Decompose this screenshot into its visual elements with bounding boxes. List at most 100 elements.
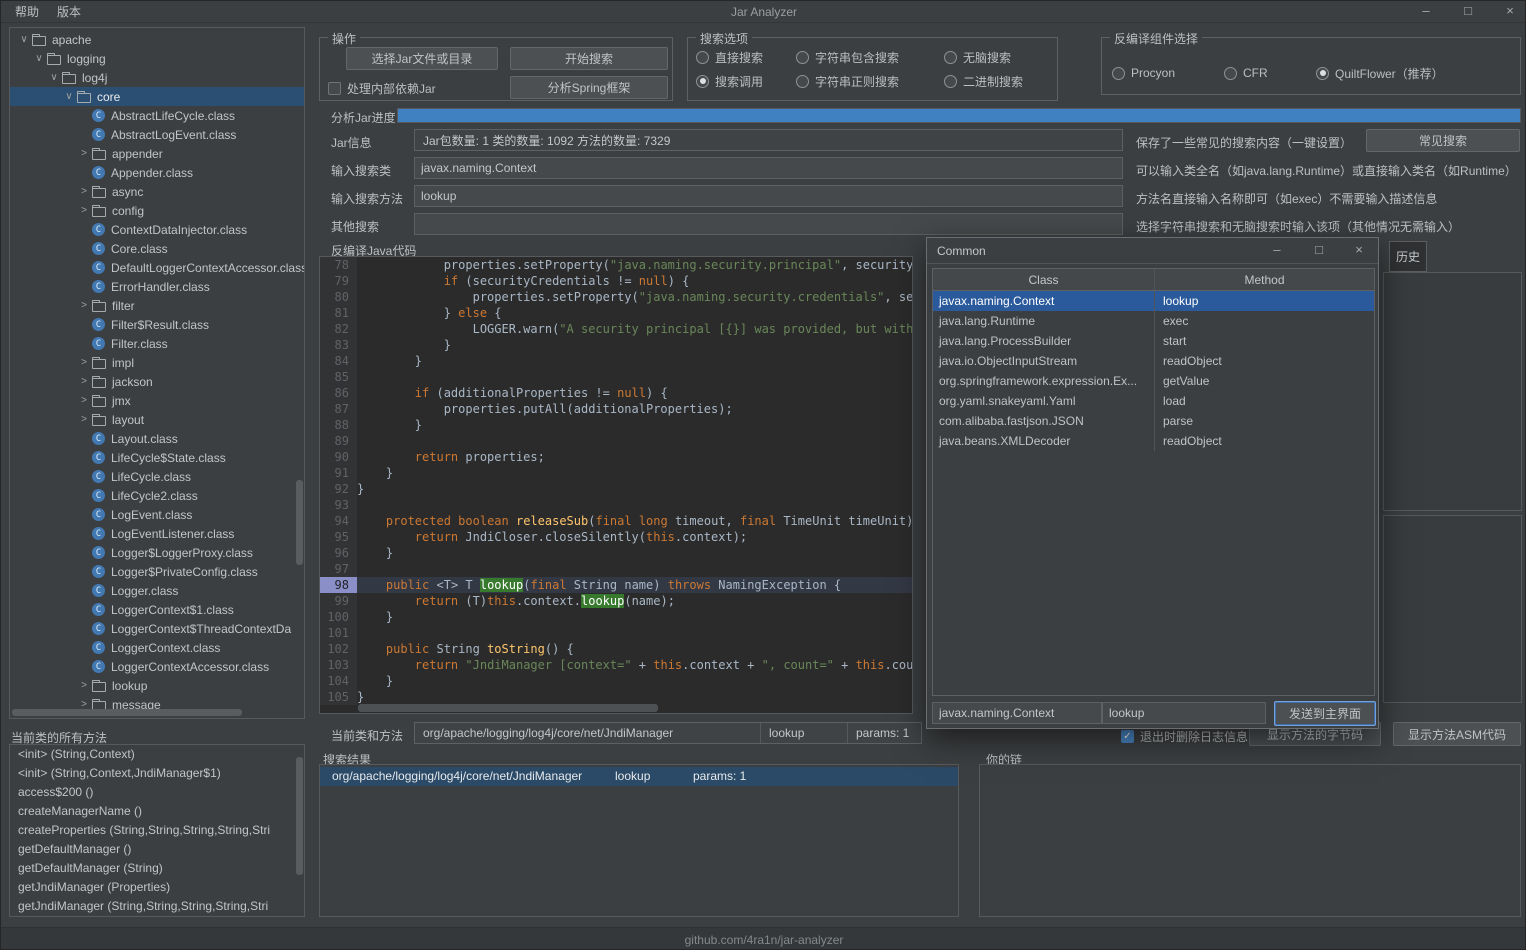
method-list-item[interactable]: getDefaultManager () bbox=[10, 840, 304, 859]
common-dialog-titlebar[interactable]: Common – □ × bbox=[927, 238, 1378, 264]
radio-option-CFR[interactable]: CFR bbox=[1224, 64, 1316, 82]
maximize-icon[interactable]: □ bbox=[1459, 1, 1477, 23]
tree-item-LoggerContext$1.class[interactable]: C LoggerContext$1.class bbox=[10, 600, 304, 619]
common-table-row[interactable]: com.alibaba.fastjson.JSON parse bbox=[933, 411, 1374, 431]
common-method-input[interactable] bbox=[1102, 702, 1266, 724]
code-line-81[interactable]: 81 } else { bbox=[320, 305, 912, 321]
dialog-minimize-icon[interactable]: – bbox=[1268, 240, 1286, 262]
code-line-105[interactable]: 105} bbox=[320, 689, 912, 705]
dialog-maximize-icon[interactable]: □ bbox=[1310, 240, 1328, 262]
chevron-down-icon[interactable]: ∨ bbox=[31, 53, 47, 64]
chevron-down-icon[interactable]: ∨ bbox=[61, 91, 77, 102]
tree-item-async[interactable]: > async bbox=[10, 182, 304, 201]
tree-vertical-scrollbar[interactable] bbox=[296, 480, 303, 565]
code-line-94[interactable]: 94 protected boolean releaseSub(final lo… bbox=[320, 513, 912, 529]
code-line-95[interactable]: 95 return JndiCloser.closeSilently(this.… bbox=[320, 529, 912, 545]
radio-option-QuiltFlower（推荐）[interactable]: QuiltFlower（推荐） bbox=[1316, 64, 1444, 82]
chevron-right-icon[interactable]: > bbox=[76, 414, 92, 425]
tree-item-LogEventListener.class[interactable]: C LogEventListener.class bbox=[10, 524, 304, 543]
tree-item-LifeCycle2.class[interactable]: C LifeCycle2.class bbox=[10, 486, 304, 505]
radio-option-Procyon[interactable]: Procyon bbox=[1112, 64, 1224, 82]
radio-option-字符串包含搜索[interactable]: 字符串包含搜索 bbox=[796, 48, 944, 66]
editor-horizontal-scrollbar[interactable] bbox=[358, 704, 658, 712]
code-line-96[interactable]: 96 } bbox=[320, 545, 912, 561]
close-icon[interactable]: × bbox=[1501, 1, 1519, 23]
tree-horizontal-scrollbar[interactable] bbox=[12, 709, 242, 716]
tree-item-DefaultLoggerContextAccessor.class[interactable]: C DefaultLoggerContextAccessor.class bbox=[10, 258, 304, 277]
tree-item-LifeCycle$State.class[interactable]: C LifeCycle$State.class bbox=[10, 448, 304, 467]
chevron-right-icon[interactable]: > bbox=[76, 357, 92, 368]
radio-option-直接搜索[interactable]: 直接搜索 bbox=[696, 48, 796, 66]
tree-item-Core.class[interactable]: C Core.class bbox=[10, 239, 304, 258]
methods-vertical-scrollbar[interactable] bbox=[296, 757, 303, 875]
delete-log-checkbox-icon[interactable]: ✓ bbox=[1121, 730, 1134, 743]
tree-item-jackson[interactable]: > jackson bbox=[10, 372, 304, 391]
code-line-82[interactable]: 82 LOGGER.warn("A security principal [{}… bbox=[320, 321, 912, 337]
method-list-item[interactable]: createManagerName () bbox=[10, 802, 304, 821]
tree-item-filter[interactable]: > filter bbox=[10, 296, 304, 315]
chevron-right-icon[interactable]: > bbox=[76, 376, 92, 387]
code-line-102[interactable]: 102 public String toString() { bbox=[320, 641, 912, 657]
tree-item-LoggerContext$ThreadContextDa[interactable]: C LoggerContext$ThreadContextDa bbox=[10, 619, 304, 638]
tree-item-logging[interactable]: ∨ logging bbox=[10, 49, 304, 68]
method-list-item[interactable]: <init> (String,Context) bbox=[10, 745, 304, 764]
titlebar[interactable]: 帮助 版本 Jar Analyzer – □ × bbox=[1, 1, 1525, 23]
analyze-spring-button[interactable]: 分析Spring框架 bbox=[510, 76, 668, 99]
code-line-97[interactable]: 97 bbox=[320, 561, 912, 577]
tree-item-LogEvent.class[interactable]: C LogEvent.class bbox=[10, 505, 304, 524]
tree-item-Layout.class[interactable]: C Layout.class bbox=[10, 429, 304, 448]
tree-item-LifeCycle.class[interactable]: C LifeCycle.class bbox=[10, 467, 304, 486]
inner-jar-checkbox-row[interactable]: 处理内部依赖Jar bbox=[328, 80, 436, 97]
tree-item-lookup[interactable]: > lookup bbox=[10, 676, 304, 695]
checkbox-icon[interactable] bbox=[328, 82, 341, 95]
code-editor[interactable]: 78 properties.setProperty("java.naming.s… bbox=[319, 256, 913, 714]
tree-item-layout[interactable]: > layout bbox=[10, 410, 304, 429]
common-table-row[interactable]: java.lang.Runtime exec bbox=[933, 311, 1374, 331]
tree-item-LoggerContext.class[interactable]: C LoggerContext.class bbox=[10, 638, 304, 657]
code-line-85[interactable]: 85 bbox=[320, 369, 912, 385]
tree-item-Logger$LoggerProxy.class[interactable]: C Logger$LoggerProxy.class bbox=[10, 543, 304, 562]
send-to-main-button[interactable]: 发送到主界面 bbox=[1274, 701, 1376, 726]
chevron-right-icon[interactable]: > bbox=[76, 205, 92, 216]
search-method-input[interactable] bbox=[414, 185, 1123, 207]
chevron-right-icon[interactable]: > bbox=[76, 395, 92, 406]
code-line-86[interactable]: 86 if (additionalProperties != null) { bbox=[320, 385, 912, 401]
code-line-80[interactable]: 80 properties.setProperty("java.naming.s… bbox=[320, 289, 912, 305]
radio-option-搜索调用[interactable]: 搜索调用 bbox=[696, 72, 796, 90]
code-line-104[interactable]: 104 } bbox=[320, 673, 912, 689]
select-jar-button[interactable]: 选择Jar文件或目录 bbox=[346, 47, 498, 70]
common-search-button[interactable]: 常见搜索 bbox=[1366, 129, 1520, 152]
chevron-down-icon[interactable]: ∨ bbox=[46, 72, 62, 83]
dialog-close-icon[interactable]: × bbox=[1350, 240, 1368, 262]
tree-item-log4j[interactable]: ∨ log4j bbox=[10, 68, 304, 87]
code-line-98[interactable]: 98 public <T> T lookup(final String name… bbox=[320, 577, 912, 593]
code-line-91[interactable]: 91 } bbox=[320, 465, 912, 481]
start-search-button[interactable]: 开始搜索 bbox=[510, 47, 668, 70]
tree-item-jmx[interactable]: > jmx bbox=[10, 391, 304, 410]
radio-option-二进制搜索[interactable]: 二进制搜索 bbox=[944, 72, 1023, 90]
code-line-84[interactable]: 84 } bbox=[320, 353, 912, 369]
tree-item-AbstractLifeCycle.class[interactable]: C AbstractLifeCycle.class bbox=[10, 106, 304, 125]
chevron-right-icon[interactable]: > bbox=[76, 148, 92, 159]
method-list-item[interactable]: access$200 () bbox=[10, 783, 304, 802]
common-table-row[interactable]: org.springframework.expression.Ex... getV… bbox=[933, 371, 1374, 391]
code-line-99[interactable]: 99 return (T)this.context.lookup(name); bbox=[320, 593, 912, 609]
tree-item-ContextDataInjector.class[interactable]: C ContextDataInjector.class bbox=[10, 220, 304, 239]
result-row[interactable]: org/apache/logging/log4j/core/net/JndiMa… bbox=[320, 767, 958, 786]
code-line-83[interactable]: 83 } bbox=[320, 337, 912, 353]
code-line-93[interactable]: 93 bbox=[320, 497, 912, 513]
chevron-right-icon[interactable]: > bbox=[76, 186, 92, 197]
tree-item-config[interactable]: > config bbox=[10, 201, 304, 220]
tree-item-Filter$Result.class[interactable]: C Filter$Result.class bbox=[10, 315, 304, 334]
code-line-87[interactable]: 87 properties.putAll(additionalPropertie… bbox=[320, 401, 912, 417]
common-class-input[interactable] bbox=[932, 702, 1102, 724]
delete-log-checkbox-row[interactable]: ✓ 退出时删除日志信息 bbox=[1121, 728, 1248, 745]
method-list-item[interactable]: createProperties (String,String,String,S… bbox=[10, 821, 304, 840]
common-table-row[interactable]: java.io.ObjectInputStream readObject bbox=[933, 351, 1374, 371]
common-table-row[interactable]: java.beans.XMLDecoder readObject bbox=[933, 431, 1374, 451]
other-search-input[interactable] bbox=[414, 213, 1123, 235]
method-list-item[interactable]: getDefaultManager (String) bbox=[10, 859, 304, 878]
chevron-down-icon[interactable]: ∨ bbox=[16, 34, 32, 45]
tree-item-LoggerContextAccessor.class[interactable]: C LoggerContextAccessor.class bbox=[10, 657, 304, 676]
common-table-header-method[interactable]: Method bbox=[1155, 269, 1374, 290]
